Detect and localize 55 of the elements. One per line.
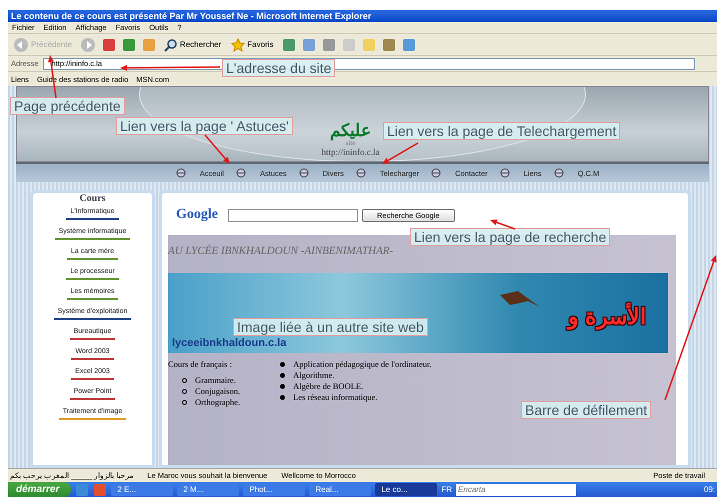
annotation-tooltip: Lien vers la page de Telechargement <box>383 122 620 140</box>
bullet-icon <box>280 384 286 389</box>
image-url-text: lyceeibnkhaldoun.c.la <box>172 337 286 349</box>
taskbar-button[interactable]: Real... <box>309 483 372 496</box>
annotation-tooltip: L'adresse du site <box>222 59 336 77</box>
marquee-text: AU LYCÉE IBNKHALDOUN -AINBENIMATHAR- <box>168 245 394 257</box>
clock: 09: <box>704 485 716 494</box>
taskbar-button[interactable]: Le co... <box>375 483 438 496</box>
annotation-tooltip: Page précédente <box>10 97 125 115</box>
taskbar-button[interactable]: 2 M... <box>177 483 240 496</box>
callout-arrow <box>204 134 230 164</box>
circle-icon <box>298 168 309 178</box>
search-field[interactable] <box>228 208 358 222</box>
list-item: Les réseau informatique. <box>293 392 378 403</box>
bullet-icon <box>280 395 286 400</box>
list-item: Algorithme. <box>293 370 334 381</box>
bullet-icon <box>182 378 187 383</box>
taskbar-button[interactable]: Phot... <box>243 483 306 496</box>
list-item: Algèbre de BOOLE. <box>293 381 364 392</box>
search-icon <box>164 38 178 52</box>
callout-arrow <box>490 220 516 230</box>
callout-arrow <box>382 142 418 164</box>
annotation-tooltip: Barre de défilement <box>521 401 652 419</box>
list-item: Conjugaison. <box>195 386 240 397</box>
window-title: Le contenu de ce cours est présenté Par Mr Youssef Ne - Microsoft Internet Explorer <box>8 10 717 22</box>
french-course-title: Cours de français : <box>168 359 233 369</box>
sidebar-title: Cours <box>79 193 106 204</box>
annotation-tooltip: Image liée à un autre site web <box>233 318 428 336</box>
forward-icon[interactable] <box>80 36 96 52</box>
bullet-icon <box>280 373 286 378</box>
list-item: Grammaire. <box>195 375 236 386</box>
bullet-icon <box>182 400 187 405</box>
circle-icon <box>500 168 510 178</box>
circle-icon <box>176 168 186 178</box>
circle-icon <box>431 168 442 178</box>
list-item: Application pédagogique de l'ordinateur. <box>293 359 432 370</box>
toolbar-button[interactable]: Favoris <box>229 38 276 52</box>
taskbar-button[interactable]: 2 E... <box>111 483 174 496</box>
circle-icon <box>236 168 246 178</box>
annotation-tooltip: Lien vers la page ' Astuces' <box>116 117 293 135</box>
toolbar-button[interactable]: Rechercher <box>162 38 224 52</box>
google-logo: Google <box>176 207 218 223</box>
bullet-icon <box>182 389 187 394</box>
bullet-icon <box>280 362 286 367</box>
language-indicator[interactable]: FR <box>441 485 452 494</box>
circle-icon <box>554 168 564 178</box>
image-arabic-text: الأسرة و <box>568 303 646 331</box>
list-item: Orthographe. <box>195 397 240 408</box>
banner-arabic-text: عليكم <box>330 120 371 140</box>
banner-url: http://ininfo.c.la <box>322 147 380 157</box>
star-icon <box>231 38 246 52</box>
start-button[interactable]: démarrer <box>8 482 72 497</box>
encarta-search-field[interactable]: Encarta <box>456 484 576 496</box>
circle-icon <box>356 168 366 178</box>
annotation-tooltip: Lien vers la page de recherche <box>410 228 610 246</box>
